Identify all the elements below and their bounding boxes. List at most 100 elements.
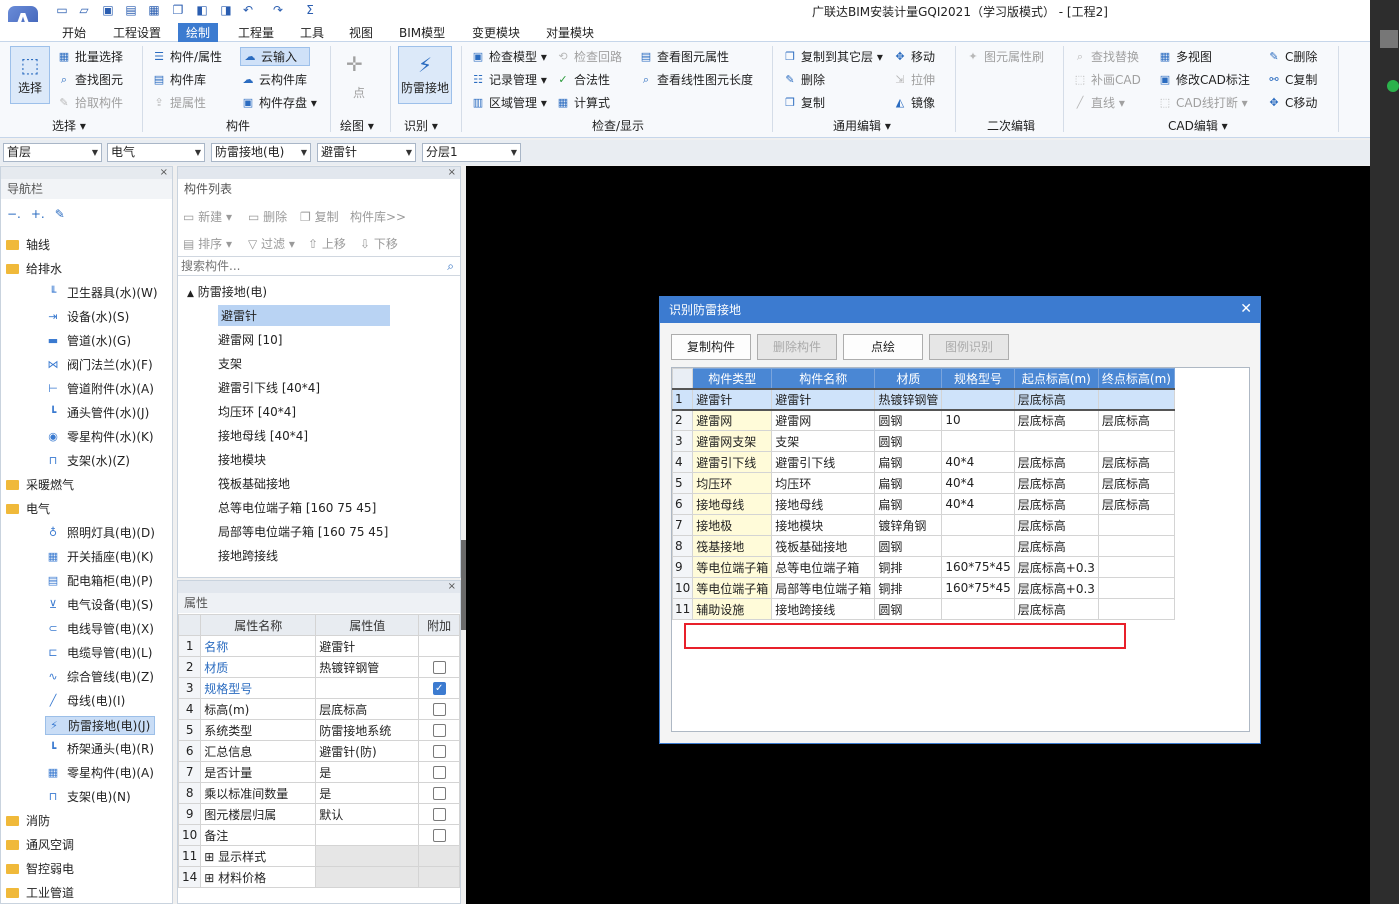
spec-cell[interactable]: 40*4 bbox=[941, 451, 1015, 473]
sum-icon[interactable]: Σ bbox=[302, 3, 318, 17]
spec-cell[interactable]: 40*4 bbox=[941, 493, 1015, 515]
layer2-icon[interactable]: ◨ bbox=[218, 3, 234, 17]
property-row[interactable]: 1 名称 避雷针 bbox=[177, 635, 460, 657]
property-value[interactable]: 是 bbox=[315, 761, 420, 783]
point-icon[interactable]: ✛ bbox=[346, 52, 363, 76]
property-row[interactable]: 2 材质 热镀锌钢管 bbox=[177, 656, 460, 678]
new-component-button[interactable]: ▭ 新建 ▾ bbox=[183, 208, 232, 225]
end-elevation-cell[interactable] bbox=[1097, 598, 1175, 620]
undo-icon[interactable]: ↶ bbox=[240, 3, 256, 17]
end-elevation-cell[interactable]: 层底标高 bbox=[1097, 472, 1175, 494]
expand-icon[interactable]: ⊞ bbox=[204, 871, 218, 885]
view-line-length-button[interactable]: ⌕ 查看线性图元长度 bbox=[639, 71, 753, 88]
expand-icon[interactable]: +. bbox=[31, 207, 45, 221]
tab-tools[interactable]: 工具 bbox=[300, 24, 324, 41]
component-type-cell[interactable]: 筏基接地 bbox=[692, 535, 773, 557]
c-move-button[interactable]: ✥ C移动 bbox=[1267, 94, 1317, 111]
expand-icon[interactable]: ⊞ bbox=[204, 850, 218, 864]
nav-folder[interactable]: 工业管道 bbox=[6, 884, 74, 901]
identify-row[interactable]: 3 避雷网支架 支架 圆钢 bbox=[671, 430, 1175, 452]
identify-row[interactable]: 9 等电位端子箱 总等电位端子箱 铜排 160*75*45 层底标高+0.3 bbox=[671, 556, 1175, 578]
nav-folder[interactable]: 电气 bbox=[6, 500, 50, 517]
property-value[interactable] bbox=[315, 866, 420, 888]
floor-select[interactable]: 首层 ▼ bbox=[3, 143, 102, 162]
nav-item[interactable]: ⊻ 电气设备(电)(S) bbox=[45, 596, 153, 613]
component-list-item[interactable]: 避雷引下线 [40*4] bbox=[218, 379, 320, 396]
start-elevation-cell[interactable]: 层底标高 bbox=[1013, 598, 1099, 620]
component-attr-button[interactable]: ☰ 构件/属性 bbox=[152, 48, 222, 65]
spec-cell[interactable] bbox=[941, 535, 1015, 557]
start-elevation-cell[interactable]: 层底标高 bbox=[1013, 493, 1099, 515]
nav-folder[interactable]: 给排水 bbox=[6, 260, 62, 277]
component-list-item[interactable]: 总等电位端子箱 [160 75 45] bbox=[218, 499, 376, 516]
material-cell[interactable]: 圆钢 bbox=[874, 598, 943, 620]
layer-icon[interactable]: ◧ bbox=[194, 3, 210, 17]
nav-folder[interactable]: 轴线 bbox=[6, 236, 50, 253]
identify-row[interactable]: 7 接地极 接地模块 镀锌角钢 层底标高 bbox=[671, 514, 1175, 536]
component-name-cell[interactable]: 避雷引下线 bbox=[771, 451, 876, 473]
attach-checkbox[interactable]: ✓ bbox=[432, 682, 446, 695]
edit-icon[interactable]: ✎ bbox=[55, 207, 65, 221]
c-copy-button[interactable]: ⚯ C复制 bbox=[1267, 71, 1317, 88]
property-row[interactable]: 3 规格型号 ✓ bbox=[177, 677, 460, 699]
cloud-input-button[interactable]: ☁ 云输入 bbox=[240, 47, 311, 66]
delete-component-button[interactable]: ▭ 删除 bbox=[248, 208, 287, 225]
component-name-cell[interactable]: 总等电位端子箱 bbox=[771, 556, 876, 578]
component-save-button[interactable]: ▣ 构件存盘 ▾ bbox=[241, 94, 317, 111]
attach-checkbox[interactable] bbox=[432, 787, 446, 800]
check-loop-button[interactable]: ⟲ 检查回路 bbox=[556, 48, 622, 65]
attach-checkbox[interactable] bbox=[432, 724, 446, 737]
spec-cell[interactable] bbox=[941, 430, 1015, 452]
property-row[interactable]: 10 备注 bbox=[177, 824, 460, 846]
legend-identify-button[interactable]: 图例识别 bbox=[929, 334, 1009, 360]
find-replace-button[interactable]: ⌕ 查找替换 bbox=[1073, 48, 1139, 65]
property-row[interactable]: 14 ⊞ 材料价格 bbox=[177, 866, 460, 888]
spec-cell[interactable] bbox=[941, 514, 1015, 536]
spec-cell[interactable] bbox=[941, 598, 1015, 620]
attach-checkbox[interactable] bbox=[432, 808, 446, 821]
pick-component-button[interactable]: ✎ 拾取构件 bbox=[57, 94, 123, 111]
property-row[interactable]: 4 标高(m) 层底标高 bbox=[177, 698, 460, 720]
nav-item[interactable]: ┗ 通头管件(水)(J) bbox=[45, 404, 150, 421]
property-value[interactable] bbox=[315, 824, 420, 846]
attach-checkbox[interactable] bbox=[432, 745, 446, 758]
component-list-item[interactable]: 支架 bbox=[218, 355, 242, 372]
tree-root[interactable]: ▲ 防雷接地(电) bbox=[187, 283, 267, 300]
component-list-item[interactable]: 均压环 [40*4] bbox=[218, 403, 296, 420]
component-name-cell[interactable]: 筏板基础接地 bbox=[771, 535, 876, 557]
material-cell[interactable]: 热镀锌钢管 bbox=[874, 387, 943, 411]
point-button[interactable]: 点 bbox=[353, 84, 365, 101]
start-elevation-cell[interactable]: 层底标高 bbox=[1013, 387, 1099, 411]
component-name-cell[interactable]: 接地母线 bbox=[771, 493, 876, 515]
start-elevation-cell[interactable]: 层底标高 bbox=[1013, 451, 1099, 473]
material-cell[interactable]: 圆钢 bbox=[874, 535, 943, 557]
material-cell[interactable]: 圆钢 bbox=[874, 409, 943, 431]
start-elevation-cell[interactable]: 层底标高 bbox=[1013, 472, 1099, 494]
nav-item[interactable]: ▦ 零星构件(电)(A) bbox=[45, 764, 154, 781]
select-button[interactable]: ⬚ 选择 bbox=[10, 46, 50, 104]
stretch-button[interactable]: ⇲ 拉伸 bbox=[893, 71, 935, 88]
component-name-cell[interactable]: 局部等电位端子箱 bbox=[771, 577, 876, 599]
close-icon[interactable]: × bbox=[448, 167, 456, 179]
group-edit-label[interactable]: 通用编辑 ▾ bbox=[833, 117, 891, 134]
property-value[interactable]: 避雷针 bbox=[315, 635, 420, 657]
end-elevation-cell[interactable] bbox=[1097, 535, 1175, 557]
component-type-cell[interactable]: 等电位端子箱 bbox=[692, 556, 773, 578]
nav-folder[interactable]: 消防 bbox=[6, 812, 50, 829]
component-list-item[interactable]: 接地模块 bbox=[218, 451, 266, 468]
modify-cad-note-button[interactable]: ▣ 修改CAD标注 bbox=[1158, 71, 1250, 88]
sublayer-select[interactable]: 分层1 ▼ bbox=[422, 143, 521, 162]
find-element-button[interactable]: ⌕ 查找图元 bbox=[57, 71, 123, 88]
tab-compare-module[interactable]: 对量模块 bbox=[546, 24, 594, 41]
cad-break-button[interactable]: ⬚ CAD线打断 ▾ bbox=[1158, 94, 1248, 111]
property-row[interactable]: 5 系统类型 防雷接地系统 bbox=[177, 719, 460, 741]
component-list-item[interactable]: 接地跨接线 bbox=[218, 547, 278, 564]
nav-item[interactable]: ⊢ 管道附件(水)(A) bbox=[45, 380, 154, 397]
grid-icon[interactable]: ▦ bbox=[146, 3, 162, 17]
legality-button[interactable]: ✓ 合法性 bbox=[556, 71, 610, 88]
spec-cell[interactable]: 160*75*45 bbox=[941, 556, 1015, 578]
end-elevation-cell[interactable] bbox=[1097, 387, 1175, 411]
nav-item[interactable]: ◉ 零星构件(水)(K) bbox=[45, 428, 153, 445]
tab-draw[interactable]: 绘制 bbox=[178, 23, 219, 42]
multi-view-button[interactable]: ▦ 多视图 bbox=[1158, 48, 1212, 65]
